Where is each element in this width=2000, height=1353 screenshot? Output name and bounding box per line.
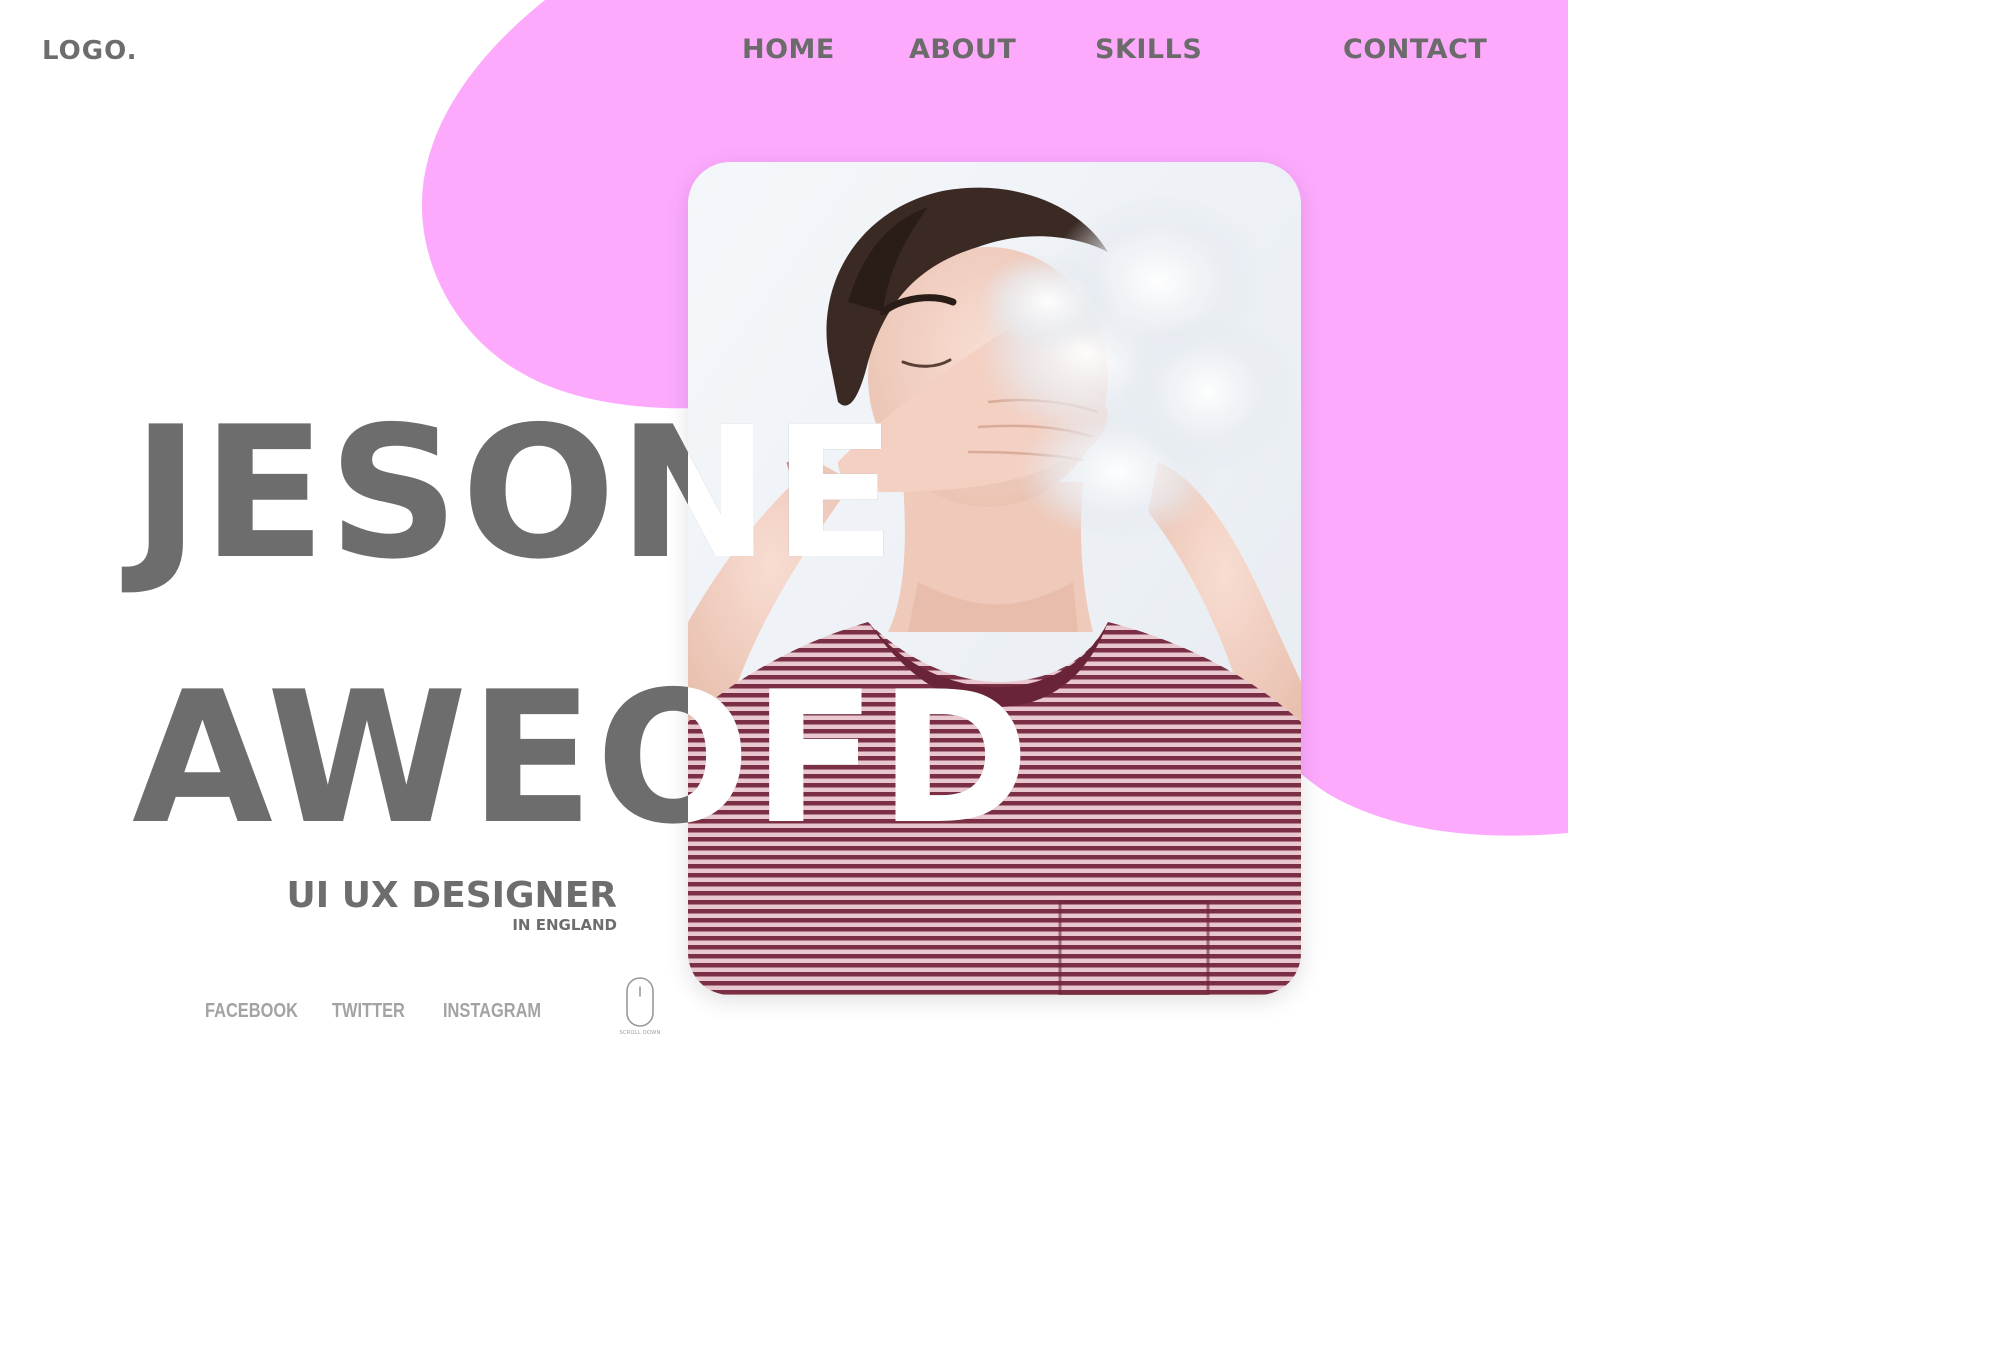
social-instagram-link[interactable]: INSTAGRAM [443,1000,541,1023]
nav-contact[interactable]: CONTACT [1343,34,1487,65]
scroll-down-label: SCROLL DOWN [619,1030,661,1036]
role-block: UI UX DESIGNER IN ENGLAND [286,875,617,935]
role-location: IN ENGLAND [512,916,617,934]
role-title: UI UX DESIGNER [286,875,617,916]
social-facebook-link[interactable]: FACEBOOK [205,1000,298,1023]
nav-about[interactable]: ABOUT [909,34,1016,65]
hero-name-line2-text: AWEOFD [132,652,1032,864]
scroll-down-indicator[interactable]: SCROLL DOWN [618,976,662,1036]
nav-skills[interactable]: SKILLS [1095,34,1202,65]
hero-name-line1: JESONE [132,387,899,599]
nav-home[interactable]: HOME [742,34,835,65]
social-twitter-link[interactable]: TWITTER [332,1000,405,1023]
mouse-icon [626,977,654,1027]
logo[interactable]: LOGO. [42,36,138,66]
hero-name-line2: AWEOFD [132,667,1032,849]
